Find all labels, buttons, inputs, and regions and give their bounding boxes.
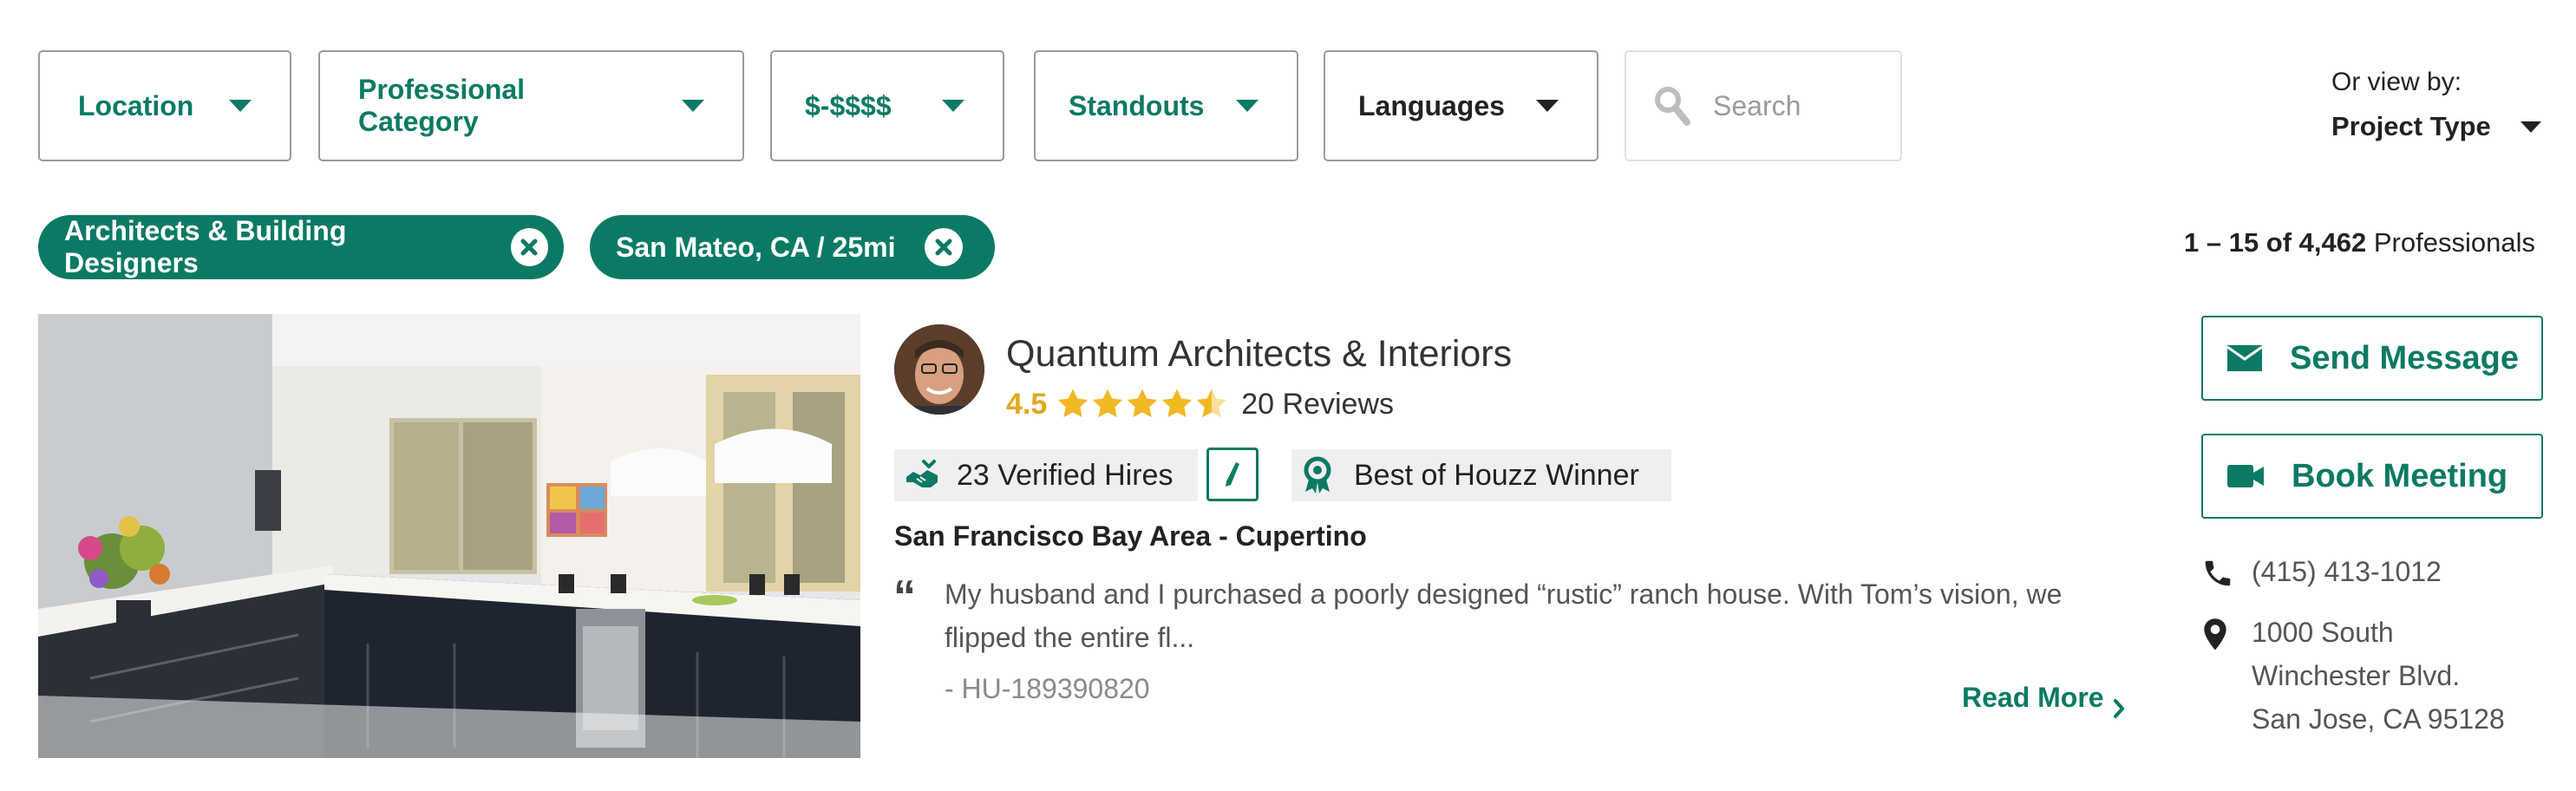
rating: 4.5 20 Reviews bbox=[1006, 387, 1394, 422]
chevron-down-icon bbox=[1236, 100, 1259, 112]
price-filter-label: $-$$$$ bbox=[805, 89, 892, 121]
star-icon bbox=[1162, 389, 1193, 418]
address-line-2: Winchester Blvd. bbox=[2252, 660, 2461, 691]
chip-label: Architects & Building Designers bbox=[64, 215, 347, 278]
read-more-link[interactable]: Read More bbox=[1962, 675, 2127, 720]
quote-icon: “ bbox=[893, 572, 916, 622]
chevron-down-icon bbox=[682, 100, 704, 112]
phone-icon bbox=[2201, 550, 2239, 593]
location-filter-label: Location bbox=[78, 89, 194, 121]
standouts-filter[interactable]: Standouts bbox=[1034, 50, 1298, 161]
project-photo[interactable] bbox=[38, 314, 860, 758]
close-icon[interactable] bbox=[925, 228, 964, 266]
professional-category-filter[interactable]: Professional Category bbox=[318, 50, 744, 161]
star-icon bbox=[1128, 389, 1158, 418]
send-message-label: Send Message bbox=[2290, 339, 2519, 376]
book-meeting-label: Book Meeting bbox=[2292, 457, 2508, 494]
chevron-down-icon bbox=[2520, 121, 2541, 133]
video-icon bbox=[2227, 465, 2264, 487]
map-pin-icon bbox=[2201, 611, 2239, 741]
chevron-down-icon bbox=[942, 100, 964, 112]
address-line-1: 1000 South bbox=[2252, 617, 2394, 648]
address-line-3: San Jose, CA 95128 bbox=[2252, 703, 2505, 735]
phone-row[interactable]: (415) 413-1012 bbox=[2201, 550, 2531, 593]
verified-hires-label: 23 Verified Hires bbox=[957, 458, 1174, 492]
handshake-icon bbox=[906, 460, 938, 487]
standouts-filter-label: Standouts bbox=[1069, 89, 1205, 121]
phone-number[interactable]: (415) 413-1012 bbox=[2252, 550, 2442, 593]
search-box[interactable] bbox=[1625, 50, 1902, 161]
kitchen-photo bbox=[38, 314, 860, 758]
professional-name[interactable]: Quantum Architects & Interiors bbox=[1006, 333, 1512, 376]
award-icon bbox=[1304, 456, 1331, 494]
chevron-down-icon bbox=[1536, 100, 1559, 112]
award-badge: Best of Houzz Winner bbox=[1291, 449, 1671, 501]
languages-filter[interactable]: Languages bbox=[1324, 50, 1599, 161]
verified-hires-badge: 23 Verified Hires bbox=[894, 449, 1198, 501]
price-filter[interactable]: $-$$$$ bbox=[770, 50, 1004, 161]
edit-button[interactable] bbox=[1206, 448, 1259, 501]
review-author: - HU-189390820 bbox=[945, 673, 1150, 704]
view-by-label: Or view by: bbox=[2331, 68, 2462, 96]
close-icon[interactable] bbox=[510, 228, 548, 266]
avatar[interactable] bbox=[894, 324, 984, 415]
send-message-button[interactable]: Send Message bbox=[2201, 316, 2543, 401]
rating-stars bbox=[1056, 387, 1229, 422]
active-filter-chip[interactable]: Architects & Building Designers bbox=[38, 215, 564, 279]
location-filter[interactable]: Location bbox=[38, 50, 291, 161]
address-row: 1000 South Winchester Blvd. San Jose, CA… bbox=[2201, 611, 2548, 741]
search-icon bbox=[1655, 87, 1690, 126]
search-input[interactable] bbox=[1713, 89, 1886, 122]
languages-filter-label: Languages bbox=[1358, 89, 1505, 121]
reviews-link[interactable]: 20 Reviews bbox=[1241, 388, 1394, 422]
star-icon bbox=[1093, 389, 1123, 418]
results-count: 1 – 15 of 4,462 Professionals bbox=[2184, 227, 2535, 258]
book-meeting-button[interactable]: Book Meeting bbox=[2201, 434, 2543, 519]
chevron-down-icon bbox=[229, 100, 252, 112]
mail-icon bbox=[2226, 345, 2263, 371]
chevron-right-icon bbox=[2113, 699, 2124, 718]
read-more-label: Read More bbox=[1962, 681, 2104, 713]
chip-label: San Mateo, CA / 25mi bbox=[616, 231, 896, 263]
professional-category-filter-label: Professional Category bbox=[358, 74, 526, 137]
review-snippet: My husband and I purchased a poorly desi… bbox=[945, 579, 2063, 653]
results-range: 1 – 15 of 4,462 bbox=[2184, 227, 2367, 258]
edit-icon bbox=[1226, 462, 1239, 487]
star-icon bbox=[1058, 389, 1089, 418]
results-suffix: Professionals bbox=[2366, 227, 2535, 258]
rating-value: 4.5 bbox=[1006, 387, 1048, 421]
service-area: San Francisco Bay Area - Cupertino bbox=[894, 520, 1367, 552]
award-label: Best of Houzz Winner bbox=[1354, 458, 1639, 492]
star-half-icon bbox=[1197, 389, 1227, 418]
address: 1000 South Winchester Blvd. San Jose, CA… bbox=[2252, 611, 2505, 741]
active-filter-chip[interactable]: San Mateo, CA / 25mi bbox=[590, 215, 995, 279]
view-by-select[interactable]: Project Type bbox=[2331, 111, 2541, 142]
view-by-value: Project Type bbox=[2331, 111, 2491, 141]
